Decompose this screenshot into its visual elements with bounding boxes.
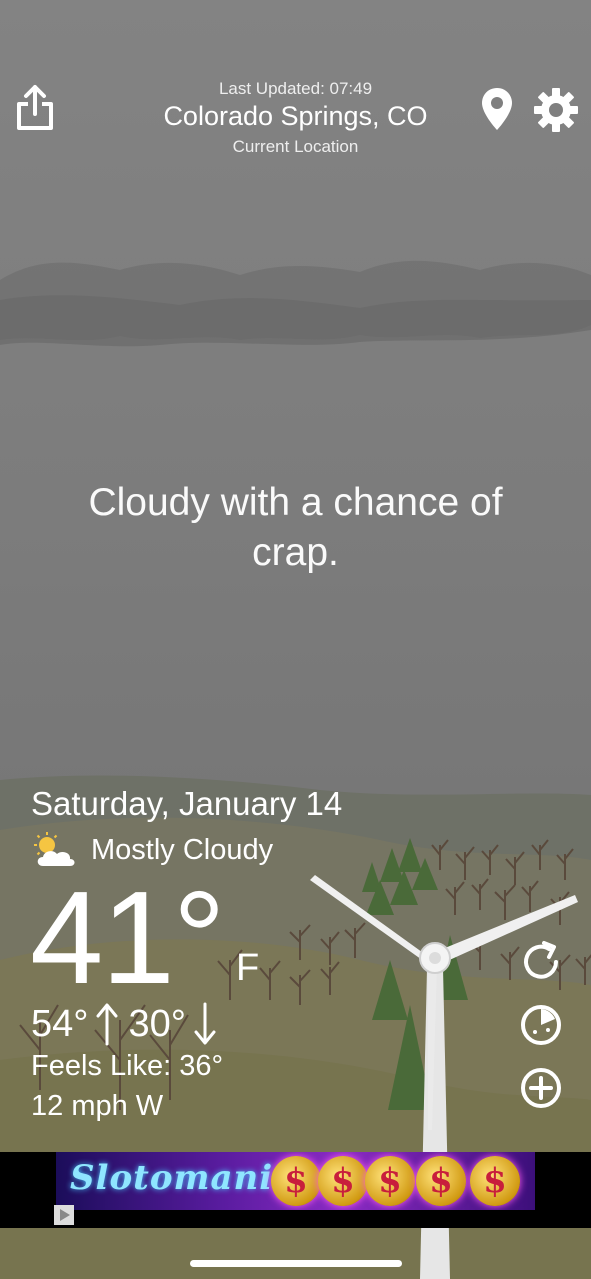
- cloud-band-lower: [0, 295, 591, 347]
- wind-speed: 12 mph W: [31, 1090, 164, 1122]
- feels-like: Feels Like: 36°: [31, 1050, 224, 1082]
- weather-scene: [0, 260, 591, 1279]
- arrow-up-icon: [96, 1003, 118, 1046]
- coin-icon: $: [416, 1156, 466, 1206]
- gear-icon: [534, 88, 578, 132]
- arrow-down-icon: [194, 1002, 216, 1045]
- ad-creative[interactable]: Slotomania $ $ $ $ $: [56, 1152, 535, 1210]
- current-date: Saturday, January 14: [31, 785, 343, 822]
- location-label: Current Location: [232, 137, 359, 156]
- refresh-icon: [524, 941, 558, 979]
- condition-row: Mostly Cloudy: [31, 832, 273, 868]
- add-circle-icon: [521, 1068, 561, 1108]
- coin-icon: $: [271, 1156, 321, 1206]
- location-button[interactable]: [480, 86, 514, 132]
- share-icon: [17, 85, 53, 130]
- home-indicator[interactable]: [190, 1260, 402, 1267]
- weather-tagline: Cloudy with a chance of crap.: [88, 481, 503, 574]
- ad-choices-icon[interactable]: [54, 1205, 74, 1225]
- city-name[interactable]: Colorado Springs, CO: [120, 101, 471, 132]
- settings-button[interactable]: [532, 86, 580, 134]
- temperature-unit[interactable]: F: [236, 947, 259, 990]
- refresh-button[interactable]: [518, 939, 564, 985]
- condition-text: Mostly Cloudy: [91, 833, 274, 866]
- ad-banner: Slotomania $ $ $ $ $: [0, 1152, 591, 1228]
- coin-icon: $: [365, 1156, 415, 1206]
- ad-brand-text: Slotomania: [70, 1158, 297, 1198]
- location-pin-icon: [482, 88, 512, 130]
- radar-button[interactable]: [518, 1002, 564, 1048]
- high-temp: 54°: [31, 1003, 89, 1045]
- coin-icon: $: [470, 1156, 520, 1206]
- share-button[interactable]: [14, 84, 56, 132]
- radar-icon: [521, 1005, 561, 1045]
- current-temperature: 41°: [30, 864, 226, 1011]
- coin-icon: $: [318, 1156, 368, 1206]
- high-low-row: 54° 30°: [31, 1000, 226, 1048]
- last-updated: Last Updated: 07:49: [218, 79, 373, 98]
- add-location-button[interactable]: [518, 1065, 564, 1111]
- low-temp: 30°: [128, 1003, 186, 1045]
- partly-cloudy-icon: [34, 832, 75, 866]
